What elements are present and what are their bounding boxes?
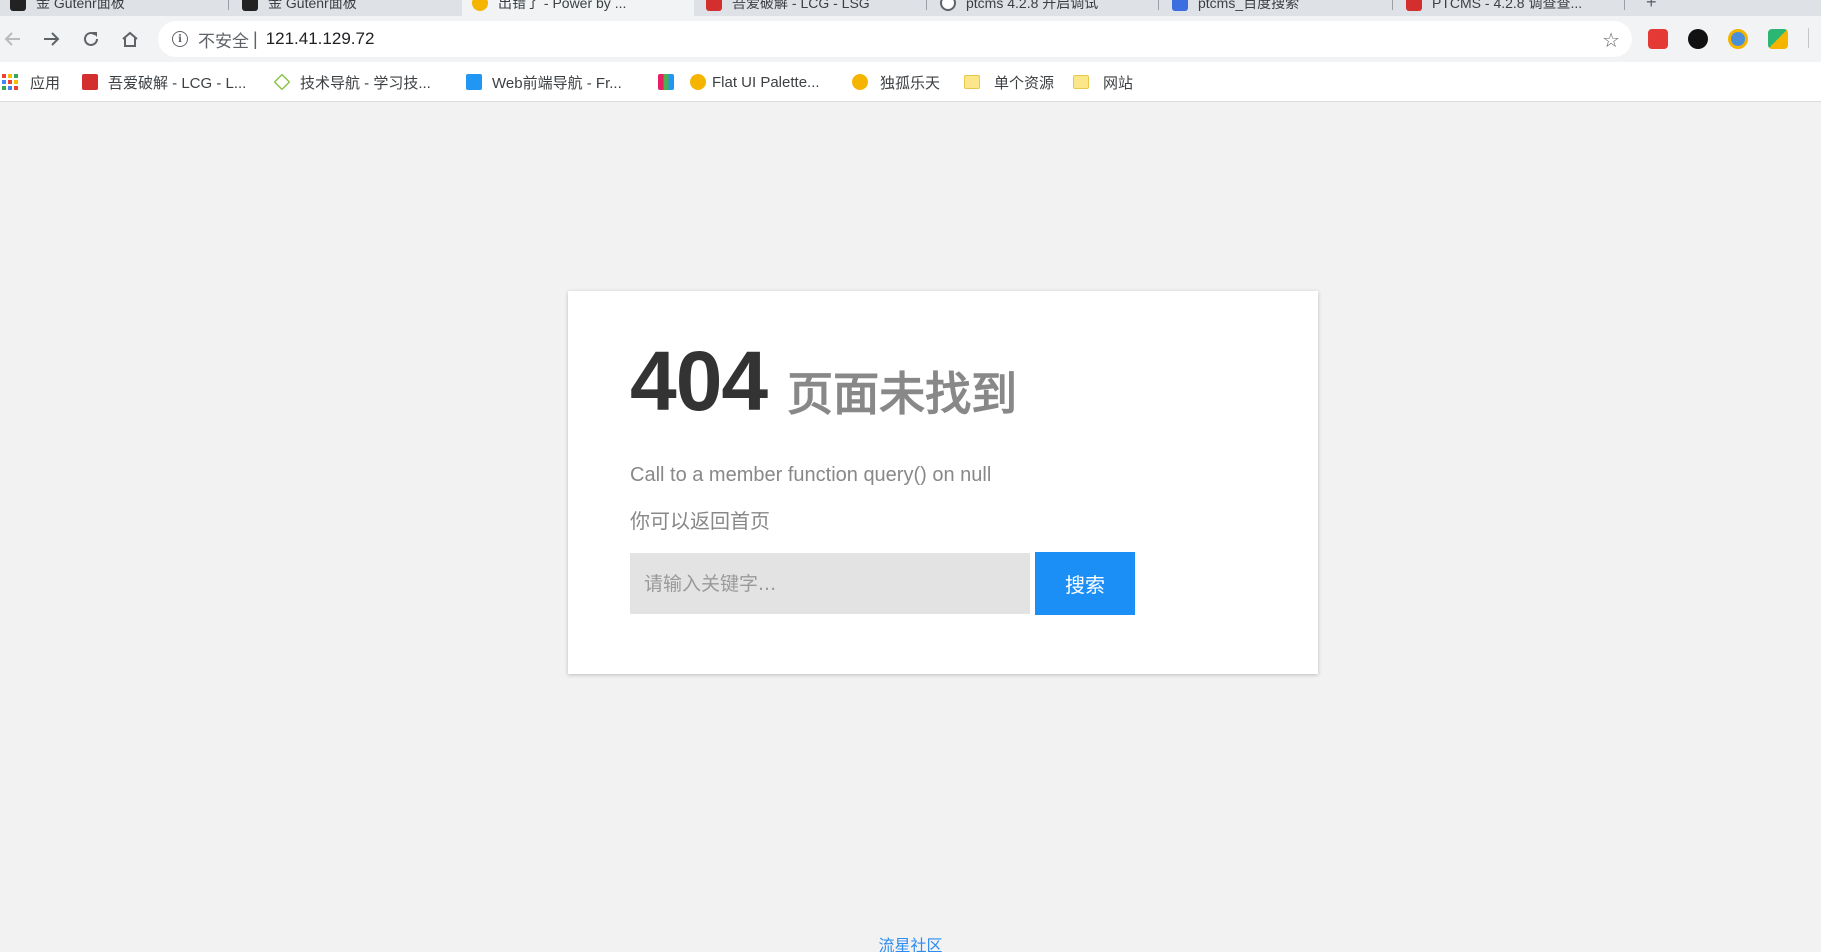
ext-colorful-icon[interactable] [1768,29,1788,49]
robot-icon [852,74,868,90]
tab-1[interactable]: 金 Gutenr面板 [0,0,232,16]
tab-favicon [472,0,488,11]
site-red-icon [82,74,98,90]
info-icon[interactable]: i [172,31,188,47]
bookmark-label: 单个资源 [994,74,1055,92]
tab-label: PTCMS - 4.2.8 调查查... [1432,0,1583,11]
tab-6[interactable]: ptcms_百度搜索 [1162,0,1394,16]
tab-favicon [10,0,26,11]
bookmark-label: 吾爱破解 - LCG - L... [108,74,247,92]
url-text[interactable]: 121.41.129.72 [266,29,375,49]
diamond-icon [273,73,291,91]
tab-2[interactable]: 金 Gutenr面板 [232,0,464,16]
reload-icon [84,31,98,46]
ext-red-icon[interactable] [1648,29,1668,49]
error-message: Call to a member function query() on nul… [630,464,992,486]
bookmark-dugu[interactable]: 独孤乐天 [852,70,940,94]
ext-shield-icon[interactable] [1728,29,1748,49]
footer-link[interactable]: 流星社区 [0,932,1821,952]
tab-label: ptcms_百度搜索 [1198,0,1300,11]
bookmark-folder-sites[interactable]: 网站 [1073,70,1133,94]
bookmark-52pojie[interactable]: 吾爱破解 - LCG - L... [82,70,246,94]
forward-button[interactable] [38,26,64,52]
arrow-right-icon [44,32,60,46]
bookmark-tech-nav[interactable]: 技术导航 - 学习技... [273,70,431,94]
search-button[interactable]: 搜索 [1035,552,1135,615]
error-heading: 404 页面未找到 [630,339,1256,424]
bookmarks-bar: 应用 吾爱破解 - LCG - L... 技术导航 - 学习技... Web前端… [0,62,1821,102]
apps-grid-icon [2,74,18,90]
tab-favicon [940,0,956,11]
tab-label: 金 Gutenr面板 [268,0,357,11]
bookmark-label: 网站 [1103,74,1134,92]
tab-label: 金 Gutenr面板 [36,0,125,11]
bookmark-web-nav[interactable]: Web前端导航 - Fr... [466,70,622,94]
bookmark-label: 技术导航 - 学习技... [300,74,431,92]
palette-block-icon [658,74,674,90]
reload-button[interactable] [78,26,104,52]
home-icon [122,31,138,47]
search-input[interactable] [630,553,1030,614]
bookmark-label: 独孤乐天 [880,74,941,92]
home-button[interactable] [117,26,143,52]
ext-black-icon[interactable] [1688,29,1708,49]
bookmark-folder-resources[interactable]: 单个资源 [964,70,1054,94]
tab-7[interactable]: PTCMS - 4.2.8 调查查... [1396,0,1628,16]
folder-icon [1073,75,1089,89]
tab-5[interactable]: ptcms 4.2.8 开启调试 [930,0,1162,16]
bookmark-label: Flat UI Palette... [712,73,820,91]
tab-favicon [1172,0,1188,11]
bookmark-flat-ui[interactable]: Flat UI Palette... [690,70,820,94]
toolbar-separator [1808,28,1809,48]
security-status: 不安全 [198,31,249,51]
address-divider: | [253,28,258,49]
tab-favicon [242,0,258,11]
error-title: 页面未找到 [787,368,1018,420]
page-body: 404 页面未找到 Call to a member function quer… [0,103,1821,952]
tab-3-active[interactable]: 出错了 - Power by ... [462,0,694,16]
error-code: 404 [630,334,768,428]
back-home-text[interactable]: 你可以返回首页 [630,505,1256,534]
error-card: 404 页面未找到 Call to a member function quer… [568,291,1318,674]
new-tab-button[interactable]: + [1646,0,1657,13]
code-icon [466,74,482,90]
bookmark-palette-block[interactable] [658,70,682,94]
palette-icon [690,74,706,90]
bookmark-label: 应用 [30,74,61,92]
bookmark-apps[interactable]: 应用 [2,70,60,94]
browser-toolbar: i 不安全 | 121.41.129.72 ☆ [0,16,1821,62]
bookmark-star-icon[interactable]: ☆ [1602,28,1620,53]
address-bar[interactable]: i 不安全 | 121.41.129.72 ☆ [158,21,1632,57]
tab-favicon [706,0,722,11]
folder-icon [964,75,980,89]
tab-label: 吾爱破解 - LCG - LSG [732,0,870,11]
back-button[interactable] [0,26,26,52]
bookmark-label: Web前端导航 - Fr... [492,74,622,92]
arrow-left-icon [4,32,20,46]
tab-label: 出错了 - Power by ... [498,0,627,11]
tab-favicon [1406,0,1422,11]
tab-4[interactable]: 吾爱破解 - LCG - LSG [696,0,928,16]
search-form: 搜索 [630,552,1256,615]
tab-strip: 金 Gutenr面板 金 Gutenr面板 出错了 - Power by ...… [0,0,1821,16]
tab-label: ptcms 4.2.8 开启调试 [966,0,1099,11]
